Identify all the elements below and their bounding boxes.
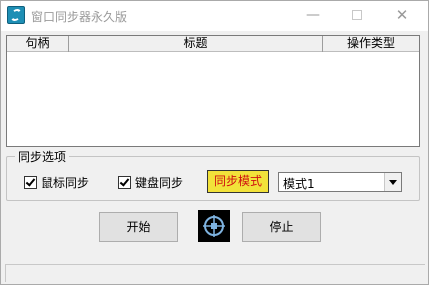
chevron-down-icon	[389, 180, 397, 185]
crosshair-target-icon[interactable]	[198, 210, 230, 242]
minimize-button[interactable]: —	[291, 1, 335, 29]
close-button[interactable]: ✕	[380, 1, 424, 29]
app-icon	[7, 6, 25, 24]
sync-mode-label: 同步模式	[207, 170, 269, 193]
checkmark-icon	[119, 176, 130, 187]
app-window: 窗口同步器永久版 — ✕ 句柄 标题 操作类型 同步选项 鼠标同步 键盘同步 同…	[0, 0, 429, 285]
column-header-title[interactable]: 标题	[69, 36, 323, 52]
status-bar	[5, 264, 425, 282]
checkmark-icon	[25, 176, 36, 187]
keyboard-sync-label[interactable]: 键盘同步	[135, 174, 183, 191]
column-header-operation-type[interactable]: 操作类型	[323, 36, 419, 52]
mode-select-value: 模式1	[283, 177, 315, 191]
title-bar[interactable]: 窗口同步器永久版 — ✕	[1, 1, 428, 31]
maximize-button[interactable]	[335, 1, 379, 29]
list-header: 句柄 标题 操作类型	[7, 36, 419, 52]
mouse-sync-checkbox[interactable]	[24, 176, 37, 189]
mode-select[interactable]: 模式1	[278, 172, 402, 192]
window-title: 窗口同步器永久版	[31, 10, 128, 24]
group-title: 同步选项	[15, 148, 70, 165]
column-header-handle[interactable]: 句柄	[7, 36, 69, 52]
window-list[interactable]: 句柄 标题 操作类型	[6, 35, 420, 147]
mouse-sync-label[interactable]: 鼠标同步	[41, 174, 89, 191]
dropdown-button[interactable]	[384, 173, 401, 191]
start-button[interactable]: 开始	[99, 212, 178, 242]
stop-button[interactable]: 停止	[242, 212, 321, 242]
keyboard-sync-checkbox[interactable]	[118, 176, 131, 189]
